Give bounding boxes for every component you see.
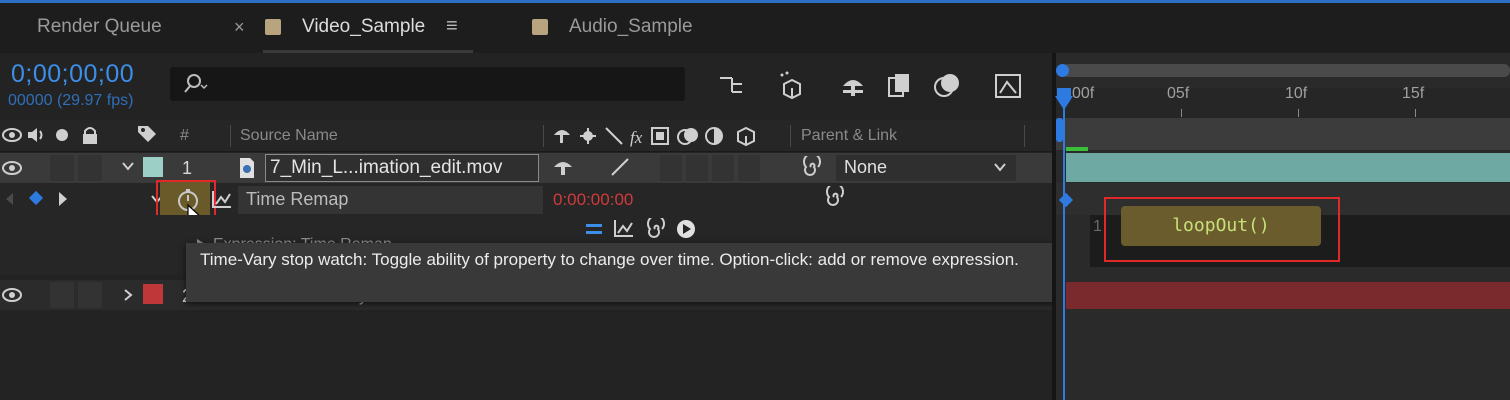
chevron-down-icon[interactable]: [120, 158, 136, 179]
expression-line-number: 1: [1093, 218, 1102, 235]
tab-bar: [0, 3, 1510, 53]
layer-label-color[interactable]: [143, 157, 163, 177]
timeline-scroll-handle[interactable]: [1056, 118, 1063, 142]
shy-layers-icon[interactable]: [838, 70, 868, 100]
expression-language-menu-icon[interactable]: [675, 218, 697, 245]
layer-duration-bar[interactable]: [1066, 282, 1510, 309]
frame-rate-display: 00000 (29.97 fps): [8, 92, 134, 109]
property-name: Time Remap: [238, 186, 543, 214]
solo-icon[interactable]: [56, 129, 68, 141]
label-tag-icon[interactable]: [136, 124, 158, 151]
solo-toggle[interactable]: [50, 155, 74, 181]
svg-text:fx: fx: [630, 128, 643, 147]
shy-switch-icon[interactable]: [552, 157, 574, 182]
tab-video-sample[interactable]: Video_Sample: [302, 16, 425, 38]
column-source-name-header[interactable]: Source Name: [240, 127, 338, 145]
property-value[interactable]: 0:00:00:00: [553, 190, 633, 210]
tab-audio-sample[interactable]: Audio_Sample: [569, 16, 693, 38]
3d-draft-icon[interactable]: [776, 70, 806, 100]
expression-pickwhip-icon[interactable]: [644, 214, 666, 245]
flowchart-icon[interactable]: [716, 70, 746, 100]
timeline-header-band: [1056, 118, 1510, 150]
composition-swatch-icon: [265, 19, 281, 35]
switches-header-icons: fx: [552, 125, 767, 152]
effect-switch[interactable]: [660, 155, 682, 181]
time-ruler[interactable]: [1056, 88, 1510, 118]
cached-frames-indicator: [1066, 147, 1088, 151]
stopwatch-tooltip: Time-Vary stop watch: Toggle ability of …: [186, 243, 1074, 302]
column-divider: [230, 125, 231, 147]
motion-blur-switch[interactable]: [712, 155, 734, 181]
solo-toggle[interactable]: [50, 282, 74, 308]
audio-icon[interactable]: [26, 126, 46, 149]
current-time-display[interactable]: 0;00;00;00: [11, 60, 134, 89]
expression-enable-icon[interactable]: [584, 220, 604, 243]
graph-icon[interactable]: [211, 189, 233, 214]
ruler-tick: [1181, 109, 1182, 117]
motion-blur-icon[interactable]: [932, 70, 962, 100]
next-keyframe-icon[interactable]: [57, 191, 69, 212]
parent-dropdown[interactable]: None: [836, 155, 1016, 181]
column-divider: [790, 125, 791, 147]
frame-blend-switch[interactable]: [686, 155, 708, 181]
graph-editor-icon[interactable]: [993, 70, 1023, 100]
work-area-start-handle[interactable]: [1056, 64, 1069, 77]
footage-file-icon: [238, 157, 256, 184]
quality-switch-icon[interactable]: [609, 157, 631, 182]
tab-close-icon[interactable]: ×: [234, 17, 245, 38]
chevron-down-icon[interactable]: [992, 160, 1008, 179]
tab-render-queue[interactable]: Render Queue: [37, 16, 162, 38]
eye-icon[interactable]: [2, 287, 22, 308]
eye-icon[interactable]: [2, 127, 22, 148]
ruler-tick: [1298, 109, 1299, 117]
lock-toggle[interactable]: [78, 282, 102, 308]
frame-blending-icon[interactable]: [885, 70, 915, 100]
column-parent-link-header[interactable]: Parent & Link: [801, 127, 897, 145]
layer-duration-bar[interactable]: [1066, 153, 1510, 182]
layer-number: 1: [182, 158, 193, 178]
ruler-label: 10f: [1285, 85, 1308, 102]
layer-label-color[interactable]: [143, 284, 163, 304]
prev-keyframe-icon[interactable]: [4, 192, 14, 211]
search-input[interactable]: [170, 67, 685, 101]
expression-graph-icon[interactable]: [613, 218, 635, 243]
adjustment-switch[interactable]: [738, 155, 760, 181]
ruler-label: 15f: [1402, 85, 1425, 102]
column-number-header: #: [180, 127, 189, 144]
pickwhip-icon[interactable]: [823, 182, 845, 213]
pickwhip-icon[interactable]: [800, 152, 822, 183]
search-icon[interactable]: [183, 73, 209, 100]
ruler-label: 05f: [1167, 85, 1190, 102]
layer-source-name[interactable]: 7_Min_L...imation_edit.mov: [265, 154, 539, 182]
playhead-line[interactable]: [1063, 88, 1065, 400]
eye-icon[interactable]: [2, 160, 22, 181]
parent-value: None: [844, 157, 888, 177]
work-area-bar[interactable]: [1062, 64, 1510, 77]
playhead-marker-icon[interactable]: [1055, 96, 1073, 110]
column-divider: [1024, 125, 1025, 147]
chevron-right-icon[interactable]: [121, 287, 135, 308]
lock-toggle[interactable]: [78, 155, 102, 181]
ruler-tick: [1415, 109, 1416, 117]
tab-menu-icon[interactable]: ≡: [446, 15, 458, 38]
composition-swatch-icon: [532, 19, 548, 35]
lock-icon[interactable]: [81, 125, 99, 150]
expression-callout-box: [1104, 197, 1340, 262]
ruler-label: 00f: [1072, 85, 1095, 102]
column-divider: [543, 125, 544, 147]
